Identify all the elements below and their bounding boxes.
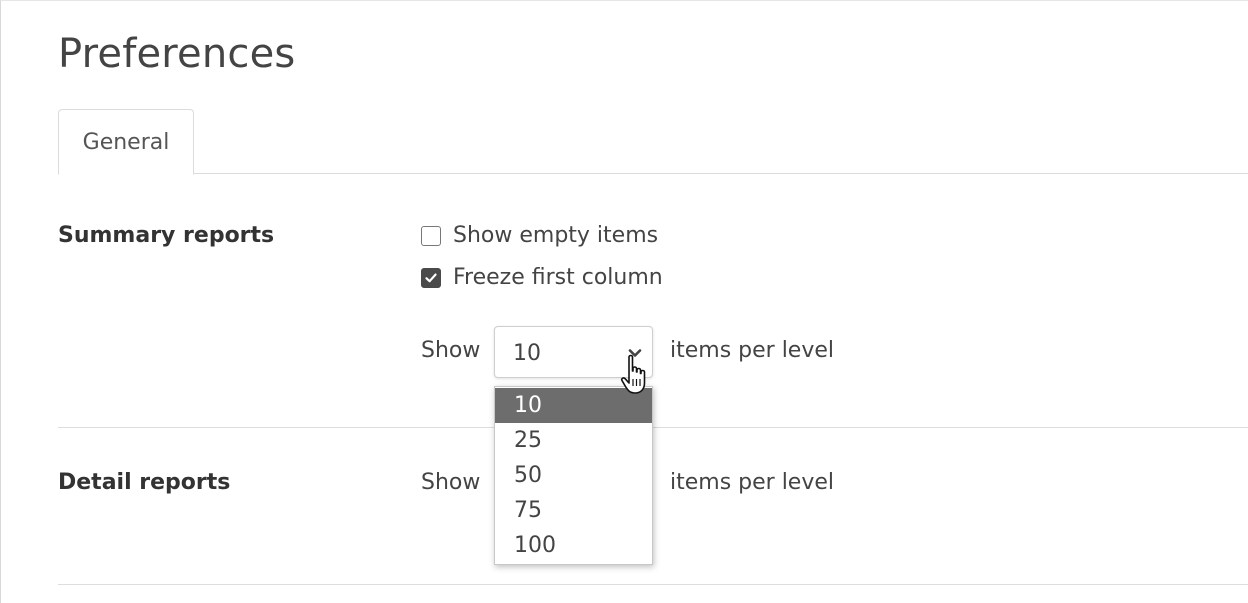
summary-items-per-level-suffix: items per level bbox=[670, 338, 835, 363]
dropdown-option-50[interactable]: 50 bbox=[495, 458, 652, 493]
detail-show-label: Show bbox=[421, 470, 481, 495]
dropdown-option-100[interactable]: 100 bbox=[495, 528, 652, 563]
summary-show-label: Show bbox=[421, 338, 481, 363]
detail-items-per-level-suffix: items per level bbox=[670, 470, 835, 495]
check-icon bbox=[425, 273, 437, 282]
dropdown-option-10[interactable]: 10 bbox=[495, 388, 652, 423]
tab-general-label: General bbox=[82, 129, 170, 155]
dropdown-option-75[interactable]: 75 bbox=[495, 493, 652, 528]
select-current-value: 10 bbox=[513, 341, 541, 366]
detail-reports-heading: Detail reports bbox=[58, 470, 231, 495]
summary-reports-heading: Summary reports bbox=[58, 223, 275, 248]
chevron-down-icon bbox=[628, 349, 642, 357]
preferences-panel: Preferences General Summary reports Show… bbox=[0, 0, 1248, 603]
freeze-first-column-checkbox[interactable] bbox=[421, 267, 441, 288]
tab-bar-border bbox=[58, 173, 1248, 174]
summary-items-per-level-select[interactable]: 10 bbox=[494, 326, 653, 378]
items-per-level-dropdown-list: 10 25 50 75 100 bbox=[494, 386, 653, 565]
dropdown-option-25[interactable]: 25 bbox=[495, 423, 652, 458]
show-empty-items-checkbox[interactable] bbox=[421, 225, 441, 246]
show-empty-items-label: Show empty items bbox=[453, 223, 659, 248]
tab-general[interactable]: General bbox=[58, 109, 194, 175]
show-empty-items-option[interactable]: Show empty items bbox=[421, 223, 658, 248]
freeze-first-column-label: Freeze first column bbox=[453, 265, 663, 290]
section-divider bbox=[58, 584, 1248, 585]
freeze-first-column-option[interactable]: Freeze first column bbox=[421, 265, 663, 290]
section-divider bbox=[58, 427, 1248, 428]
page-title: Preferences bbox=[58, 31, 296, 77]
